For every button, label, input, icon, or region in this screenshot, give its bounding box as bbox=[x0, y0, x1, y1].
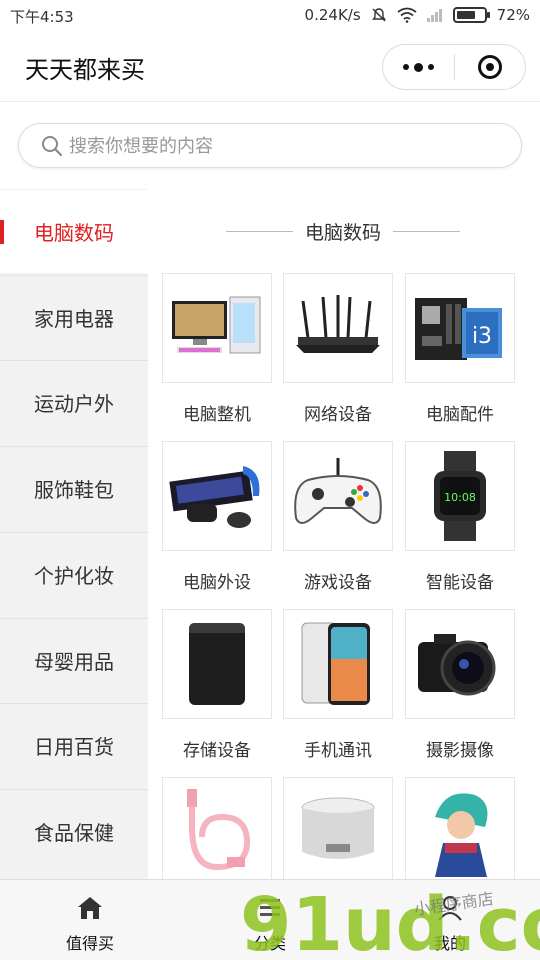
home-icon bbox=[78, 897, 102, 919]
search-input[interactable] bbox=[69, 132, 499, 160]
sidebar-item-label: 日用百货 bbox=[34, 735, 114, 760]
subcategory-label: 电脑配件 bbox=[426, 405, 494, 425]
subcategory-item[interactable]: 网络设备 bbox=[283, 273, 395, 425]
sidebar-item-label: 个护化妆 bbox=[34, 563, 114, 588]
sidebar-item-label: 家用电器 bbox=[34, 306, 114, 331]
sidebar-item-label: 服饰鞋包 bbox=[34, 478, 114, 503]
tab-mine-label: 我的 bbox=[433, 934, 466, 953]
keyboard-mouse-image bbox=[162, 441, 272, 551]
section-line-left bbox=[226, 230, 293, 232]
tab-category-label: 分类 bbox=[253, 934, 286, 953]
game-character-image bbox=[405, 777, 515, 887]
subcategory-item[interactable]: 存储设备 bbox=[162, 609, 274, 761]
section-line-right bbox=[393, 230, 461, 232]
section-title: 电脑数码 bbox=[305, 221, 382, 244]
usb-cable-image bbox=[162, 777, 272, 887]
sidebar-item[interactable]: 家用电器 bbox=[0, 274, 148, 359]
more-button[interactable] bbox=[383, 45, 454, 89]
sidebar-item-label: 电脑数码 bbox=[34, 221, 114, 245]
status-bar: 下午4:53 0.24K/s 72% bbox=[0, 0, 540, 32]
sidebar-item[interactable]: 个护化妆 bbox=[0, 531, 148, 616]
desktop-computer-image bbox=[162, 273, 272, 383]
battery-icon bbox=[452, 7, 490, 23]
subcategory-item[interactable]: i3 电脑配件 bbox=[405, 273, 517, 425]
subcategory-label: 摄影摄像 bbox=[426, 741, 494, 761]
tab-bar: 值得买 分类 我的 bbox=[0, 879, 540, 960]
section-header: 电脑数码 bbox=[226, 218, 461, 244]
smartwatch-image: 10:08 bbox=[405, 441, 515, 551]
svg-text:i3: i3 bbox=[472, 324, 492, 349]
signal-icon bbox=[426, 8, 443, 22]
close-button[interactable] bbox=[455, 45, 525, 89]
status-right-group: 0.24K/s 72% bbox=[305, 6, 530, 24]
subcategory-label: 手机通讯 bbox=[304, 741, 372, 761]
subcategory-label: 游戏设备 bbox=[304, 573, 372, 593]
category-sidebar: 电脑数码家用电器运动户外服饰鞋包个护化妆母婴用品日用百货食品保健 bbox=[0, 189, 148, 879]
page-title: 天天都来买 bbox=[25, 56, 145, 84]
sidebar-item-label: 母婴用品 bbox=[34, 649, 114, 674]
subcategory-label: 存储设备 bbox=[183, 741, 251, 761]
subcategory-item[interactable]: 电脑外设 bbox=[162, 441, 274, 593]
subcategory-label: 电脑整机 bbox=[183, 405, 251, 425]
camera-image bbox=[405, 609, 515, 719]
sidebar-item[interactable]: 日用百货 bbox=[0, 703, 148, 787]
sidebar-item[interactable]: 运动户外 bbox=[0, 360, 148, 444]
smartphone-image bbox=[283, 609, 393, 719]
subcategory-item[interactable]: 电脑整机 bbox=[162, 273, 274, 425]
subcategory-item[interactable]: 摄影摄像 bbox=[405, 609, 517, 761]
nav-bar: 天天都来买 bbox=[0, 32, 540, 102]
subcategory-label: 智能设备 bbox=[426, 573, 494, 593]
sidebar-item[interactable]: 食品保健 bbox=[0, 788, 148, 873]
sidebar-item-label: 食品保健 bbox=[34, 820, 114, 845]
net-speed: 0.24K/s bbox=[304, 6, 361, 24]
tab-home-label: 值得买 bbox=[65, 934, 114, 953]
svg-text:10:08: 10:08 bbox=[444, 491, 476, 504]
sidebar-item[interactable]: 服饰鞋包 bbox=[0, 446, 148, 530]
hard-drive-image bbox=[162, 609, 272, 719]
sidebar-item-label: 运动户外 bbox=[34, 392, 114, 417]
tab-home[interactable]: 值得买 bbox=[0, 880, 180, 960]
subcategory-item[interactable]: 游戏设备 bbox=[283, 441, 395, 593]
motherboard-cpu-image: i3 bbox=[405, 273, 515, 383]
category-icon bbox=[260, 899, 280, 916]
wifi-icon bbox=[397, 7, 417, 23]
sidebar-item[interactable]: 母婴用品 bbox=[0, 617, 148, 702]
smart-speaker-image bbox=[283, 777, 393, 887]
mute-bell-icon bbox=[371, 8, 386, 22]
miniprogram-capsule bbox=[382, 44, 526, 90]
subcategory-item[interactable]: 手机通讯 bbox=[283, 609, 395, 761]
user-icon bbox=[438, 896, 462, 921]
close-circle-icon bbox=[477, 55, 502, 79]
tab-mine[interactable]: 我的 bbox=[360, 880, 540, 960]
subcategory-item[interactable]: 10:08 智能设备 bbox=[405, 441, 517, 593]
gamepad-image bbox=[283, 441, 393, 551]
router-image bbox=[283, 273, 393, 383]
tab-category[interactable]: 分类 bbox=[180, 880, 360, 960]
search-icon bbox=[42, 136, 63, 157]
search-bar[interactable] bbox=[18, 123, 522, 168]
subcategory-label: 电脑外设 bbox=[183, 573, 251, 593]
status-time: 下午4:53 bbox=[10, 8, 74, 26]
battery-percent: 72% bbox=[496, 6, 530, 24]
sidebar-item[interactable]: 电脑数码 bbox=[0, 189, 148, 273]
subcategory-label: 网络设备 bbox=[304, 405, 372, 425]
